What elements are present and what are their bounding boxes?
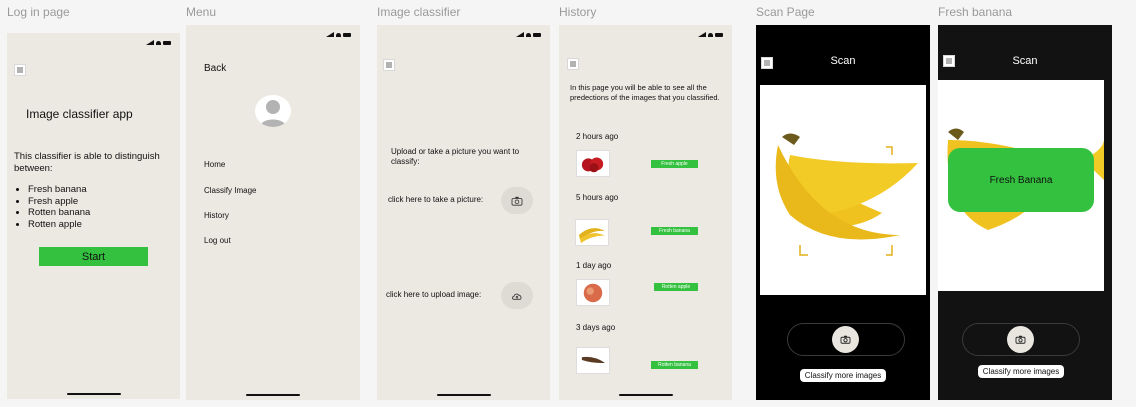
hamburger-icon <box>17 67 23 73</box>
upload-button[interactable] <box>501 282 533 309</box>
capture-button[interactable] <box>832 326 859 353</box>
banana-image <box>775 133 918 256</box>
banana-bunch-image <box>579 228 605 244</box>
start-button[interactable]: Start <box>39 247 148 266</box>
frame-label-menu: Menu <box>186 5 217 19</box>
prediction-badge: Fresh apple <box>651 160 698 168</box>
rotten-apple-image <box>583 283 603 303</box>
frame-label-scan: Scan Page <box>756 5 815 19</box>
rotten-banana-image <box>581 356 606 363</box>
cloud-upload-icon <box>512 293 522 300</box>
upload-prompt: Upload or take a picture you want to cla… <box>391 147 520 166</box>
history-thumbnail[interactable] <box>575 219 609 246</box>
avatar <box>255 95 291 127</box>
back-button[interactable]: Back <box>204 63 226 74</box>
result-screen: Scan Fresh Banana Classify more images <box>938 25 1112 400</box>
prediction-badge: Fresh banana <box>651 227 698 235</box>
menu-screen: Back Home Classify Image History Log out <box>186 25 360 400</box>
app-title: Image classifier app <box>26 107 133 121</box>
status-bar <box>698 32 723 37</box>
hamburger-menu-button[interactable] <box>383 59 395 71</box>
camera-icon <box>1015 335 1026 344</box>
camera-button[interactable] <box>501 187 533 214</box>
prediction-badge: Rotten banana <box>651 361 698 369</box>
class-item: Fresh banana <box>28 184 90 196</box>
prediction-result: Fresh Banana <box>948 148 1094 212</box>
history-time: 3 days ago <box>576 323 616 332</box>
classifier-screen: Upload or take a picture you want to cla… <box>377 25 550 400</box>
upload-label: click here to upload image: <box>386 290 482 299</box>
scan-title: Scan <box>830 55 856 67</box>
frame-label-login: Log in page <box>7 5 70 19</box>
home-indicator <box>436 394 491 396</box>
menu-item-classify[interactable]: Classify Image <box>204 186 256 195</box>
history-thumbnail[interactable] <box>576 347 610 374</box>
class-item: Rotten banana <box>28 207 90 219</box>
frame-label-fresh: Fresh banana <box>938 5 1013 19</box>
user-icon <box>260 100 286 127</box>
menu-item-history[interactable]: History <box>204 211 229 220</box>
home-indicator <box>618 394 673 396</box>
hamburger-menu-button[interactable] <box>14 64 26 76</box>
capture-button[interactable] <box>1007 326 1034 353</box>
classifier-description: This classifier is able to distinguish b… <box>14 151 160 174</box>
hamburger-icon <box>386 62 392 68</box>
menu-item-home[interactable]: Home <box>204 160 225 169</box>
status-bar <box>326 32 351 37</box>
class-item: Rotten apple <box>28 219 90 231</box>
history-time: 2 hours ago <box>576 132 619 141</box>
frame-label-history: History <box>559 5 597 19</box>
status-bar <box>516 32 541 37</box>
apple-image <box>581 157 604 173</box>
camera-icon <box>840 335 851 344</box>
history-thumbnail[interactable] <box>576 150 610 177</box>
class-item: Fresh apple <box>28 196 90 208</box>
history-screen: In this page you will be able to see all… <box>559 25 732 400</box>
class-list: Fresh banana Fresh apple Rotten banana R… <box>28 184 90 230</box>
frame-label-classifier: Image classifier <box>377 5 461 19</box>
hamburger-icon <box>570 61 576 67</box>
classify-more-button[interactable]: Classify more images <box>800 369 886 382</box>
history-time: 5 hours ago <box>576 193 619 202</box>
home-indicator <box>66 393 121 395</box>
history-intro: In this page you will be able to see all… <box>570 83 720 102</box>
login-screen: Image classifier app This classifier is … <box>7 33 180 399</box>
menu-item-logout[interactable]: Log out <box>204 236 231 245</box>
hamburger-menu-button[interactable] <box>567 58 579 70</box>
classify-more-button[interactable]: Classify more images <box>978 365 1064 378</box>
history-thumbnail[interactable] <box>576 279 610 306</box>
camera-preview <box>760 85 926 295</box>
prediction-badge: Rotten apple <box>654 283 698 291</box>
take-picture-label: click here to take a picture: <box>388 195 484 204</box>
scan-screen: Scan Classify more images <box>756 25 930 400</box>
status-bar <box>146 40 171 45</box>
history-time: 1 day ago <box>576 261 612 270</box>
home-indicator <box>246 394 300 396</box>
scan-title: Scan <box>1012 55 1038 67</box>
camera-icon <box>511 196 523 206</box>
